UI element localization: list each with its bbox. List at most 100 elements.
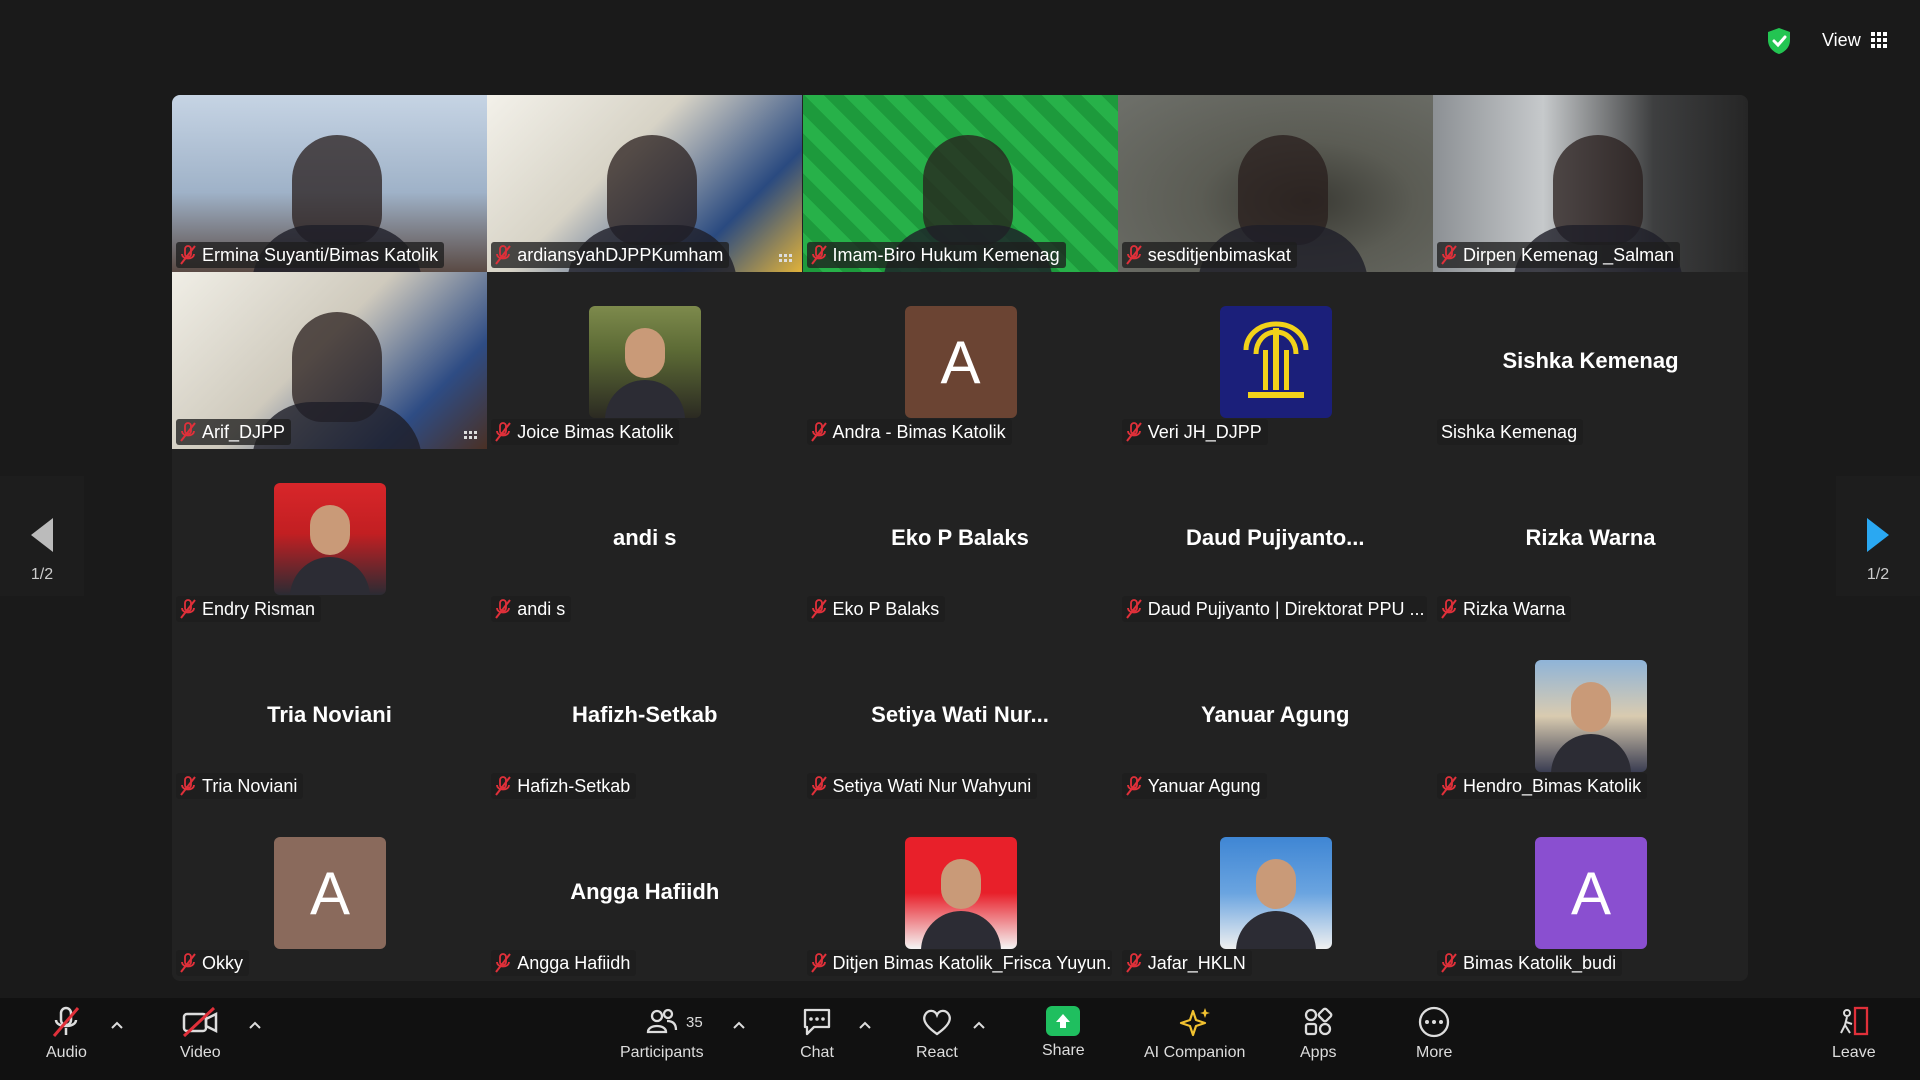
participant-name: Rizka Warna (1463, 598, 1566, 619)
share-button[interactable]: Share (1042, 1006, 1085, 1060)
page-indicator-left: 1/2 (30, 566, 54, 583)
avatar-shoulders (1235, 911, 1316, 949)
view-button[interactable]: View (1810, 22, 1899, 58)
participant-display-name: andi s (612, 525, 677, 550)
arrow-left-icon (31, 518, 53, 552)
microphone-muted-icon (180, 953, 196, 973)
audio-options-chevron-icon[interactable] (110, 1020, 124, 1030)
participant-name: Eko P Balaks (832, 598, 940, 619)
microphone-muted-icon (180, 422, 196, 442)
participant-tile[interactable]: Veri JH_DJPP (1117, 272, 1433, 449)
ai-companion-button[interactable]: AI Companion (1144, 1006, 1245, 1062)
microphone-muted-icon (1441, 599, 1457, 619)
participant-tile[interactable]: A Andra - Bimas Katolik (802, 272, 1118, 449)
microphone-muted-icon (1125, 599, 1142, 619)
participant-nametag: Hafizh-Setkab (491, 773, 637, 799)
audio-button[interactable]: Audio (46, 1006, 87, 1062)
security-shield-icon[interactable] (1766, 27, 1792, 55)
avatar-shoulders (290, 557, 370, 595)
participant-tile[interactable]: A Bimas Katolik_budi (1433, 803, 1748, 980)
participant-tile[interactable]: Ditjen Bimas Katolik_Frisca Yuyun... (802, 803, 1118, 980)
avatar: A (904, 306, 1017, 418)
apps-button[interactable]: Apps (1300, 1006, 1336, 1062)
participant-name: Hendro_Bimas Katolik (1463, 775, 1642, 796)
view-label: View (1822, 29, 1861, 50)
participant-nametag: Daud Pujiyanto | Direktorat PPU ... (1121, 596, 1427, 622)
participant-tile[interactable]: Joice Bimas Katolik (487, 272, 803, 449)
participant-tile[interactable]: Hafizh-Setkab Hafizh-Setkab (487, 626, 803, 803)
participant-tile[interactable]: Tria Noviani Tria Noviani (172, 626, 487, 803)
participant-tile[interactable]: Dirpen Kemenag _Salman (1433, 95, 1748, 272)
participant-tile[interactable]: Jafar_HKLN (1117, 803, 1433, 980)
previous-page[interactable]: 1/2 (0, 476, 84, 596)
participant-tile[interactable]: Yanuar Agung Yanuar Agung (1117, 626, 1433, 803)
participant-nametag: andi s (491, 596, 572, 622)
avatar-face (1255, 859, 1296, 909)
react-button[interactable]: React (916, 1006, 958, 1062)
grid-view-icon (1870, 32, 1887, 48)
participant-name: Okky (202, 952, 244, 973)
participant-tile[interactable]: Ermina Suyanti/Bimas Katolik (172, 95, 487, 272)
participant-display-name: Daud Pujiyanto... (1186, 525, 1365, 550)
participant-tile[interactable]: Hendro_Bimas Katolik (1433, 626, 1748, 803)
microphone-muted-icon (495, 245, 512, 265)
video-camera-muted-icon (183, 1006, 218, 1038)
microphone-muted-icon (1441, 776, 1457, 796)
chat-options-chevron-icon[interactable] (858, 1020, 872, 1030)
participant-tile[interactable]: A Okky (172, 803, 487, 980)
ai-companion-label: AI Companion (1144, 1044, 1246, 1061)
participant-tile[interactable]: Daud Pujiyanto... Daud Pujiyanto | Direkt… (1117, 449, 1433, 626)
participant-tile[interactable]: Endry Risman (172, 449, 487, 626)
more-button[interactable]: More (1416, 1006, 1452, 1062)
participants-options-chevron-icon[interactable] (732, 1020, 746, 1030)
participant-name: Endry Risman (202, 598, 316, 619)
ai-sparkle-icon (1179, 1008, 1210, 1037)
participant-tile[interactable]: Rizka Warna Rizka Warna (1433, 449, 1748, 626)
participant-tile[interactable]: Angga Hafiidh Angga Hafiidh (487, 803, 803, 980)
next-page[interactable]: 1/2 (1836, 476, 1920, 596)
participant-tile[interactable]: andi s andi s (487, 449, 803, 626)
participant-tile[interactable]: Setiya Wati Nur... Setiya Wati Nur Wahyun… (802, 626, 1118, 803)
page-indicator-right: 1/2 (1866, 566, 1890, 583)
avatar-photo (589, 306, 702, 418)
participant-display-name: Rizka Warna (1525, 525, 1656, 550)
react-options-chevron-icon[interactable] (972, 1020, 986, 1030)
apps-label: Apps (1300, 1044, 1337, 1061)
participant-name: Ermina Suyanti/Bimas Katolik (202, 244, 439, 265)
participant-nametag: Endry Risman (176, 596, 322, 622)
drag-handle-icon[interactable] (779, 254, 793, 262)
participant-tile[interactable]: sesditjenbimaskat (1117, 95, 1433, 272)
participants-count: 35 (686, 1014, 703, 1031)
share-label: Share (1042, 1042, 1085, 1059)
avatar-shoulders (1551, 734, 1631, 772)
drag-handle-icon[interactable] (464, 431, 477, 439)
participant-name: sesditjenbimaskat (1147, 244, 1291, 265)
participant-nametag: Angga Hafiidh (491, 950, 637, 976)
participant-name: Daud Pujiyanto | Direktorat PPU ... (1147, 598, 1425, 619)
avatar-shoulders (920, 911, 1001, 949)
leave-button[interactable]: Leave (1832, 1006, 1876, 1062)
participant-tile[interactable]: Eko P Balaks Eko P Balaks (802, 449, 1118, 626)
participant-gallery: Ermina Suyanti/Bimas Katolik ardiansyahDJ… (172, 95, 1748, 981)
meeting-toolbar: Audio Video Participants 35 Chat React S… (0, 998, 1920, 1080)
react-label: React (916, 1044, 958, 1061)
chat-button[interactable]: Chat (800, 1006, 834, 1062)
participant-tile[interactable]: Imam-Biro Hukum Kemenag (802, 95, 1118, 272)
microphone-muted-icon (810, 422, 827, 442)
participants-icon (646, 1008, 677, 1034)
participant-tile[interactable]: ardiansyahDJPPKumham (487, 95, 803, 272)
participant-tile[interactable]: Sishka Kemenag Sishka Kemenag (1433, 272, 1748, 449)
participant-nametag: Veri JH_DJPP (1121, 419, 1268, 445)
avatar-photo (1535, 660, 1647, 772)
participant-display-name: Tria Noviani (267, 702, 392, 727)
microphone-muted-icon (53, 1006, 80, 1037)
video-label: Video (180, 1044, 221, 1061)
more-label: More (1416, 1044, 1453, 1061)
video-button[interactable]: Video (180, 1006, 221, 1062)
microphone-muted-icon (180, 776, 196, 796)
participant-tile[interactable]: Arif_DJPP (172, 272, 487, 449)
video-options-chevron-icon[interactable] (248, 1020, 262, 1030)
avatar-face (1571, 682, 1611, 732)
microphone-muted-icon (1125, 245, 1142, 265)
participant-display-name: Setiya Wati Nur... (871, 702, 1049, 727)
